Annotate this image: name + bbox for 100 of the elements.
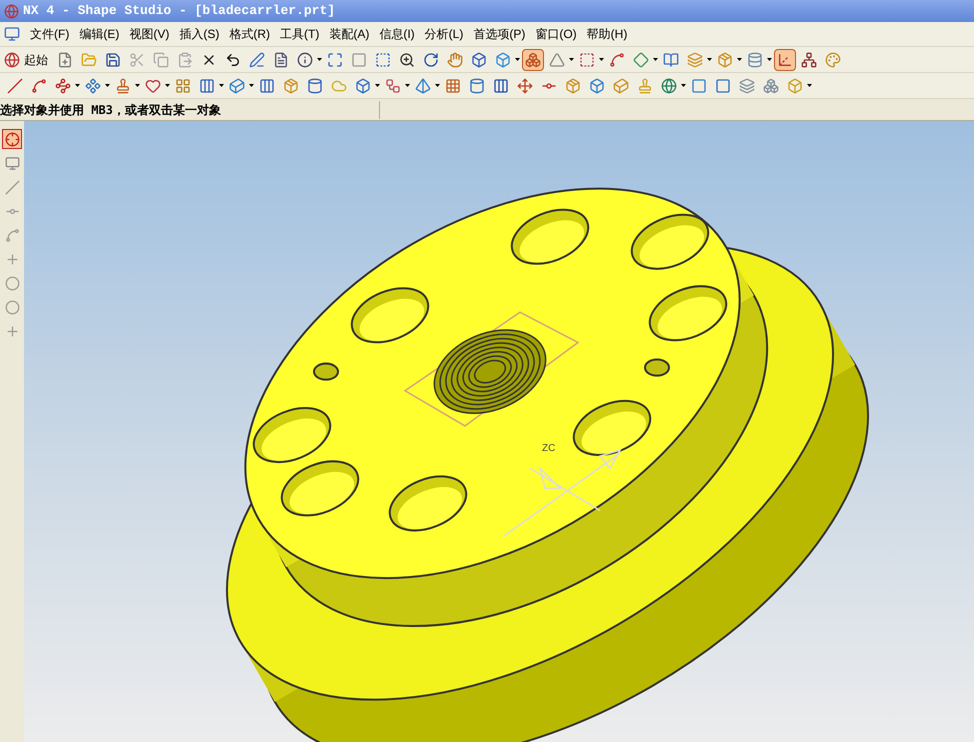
menu-item[interactable]: 分析(L) [424, 25, 464, 43]
caret-icon[interactable] [249, 84, 254, 87]
menu-item[interactable]: 工具(T) [280, 25, 320, 43]
new-file-icon [57, 52, 73, 68]
point-icon [4, 324, 20, 338]
shaded-square-icon [351, 52, 367, 68]
caret-icon[interactable] [375, 84, 380, 87]
caret-icon[interactable] [707, 58, 712, 61]
document-icon [273, 52, 289, 68]
open-box-icon [565, 78, 581, 94]
slab-icon [715, 78, 731, 94]
cube-icon [589, 78, 605, 94]
open-book-icon [663, 52, 679, 68]
selection-box-icon [579, 52, 595, 68]
open-folder-icon [81, 52, 97, 68]
window-title: NX 4 - Shape Studio - [bladecarrler.prt] [23, 2, 336, 20]
stamp-icon [637, 78, 653, 94]
caret-icon[interactable] [405, 84, 410, 87]
axis-icon [4, 252, 20, 266]
caret-icon[interactable] [767, 58, 772, 61]
caret-icon[interactable] [807, 84, 812, 87]
fit-view-icon [327, 52, 343, 68]
outline-icon [145, 78, 161, 94]
palette-icon [825, 52, 841, 68]
sphere-icon [661, 78, 677, 94]
circle-icon [4, 300, 20, 314]
caret-icon[interactable] [569, 58, 574, 61]
menu-item[interactable]: 视图(V) [129, 25, 170, 43]
cylinder-icon [307, 78, 323, 94]
save-icon [105, 52, 121, 68]
frame-cube-icon [613, 78, 629, 94]
cubes-icon [525, 52, 541, 68]
arc-icon [31, 78, 47, 94]
network-icon [801, 52, 817, 68]
cone-icon [549, 52, 565, 68]
workflow-icon [385, 78, 401, 94]
menu-item[interactable]: 窗口(O) [535, 25, 577, 43]
plates-icon [739, 78, 755, 94]
package-icon [717, 52, 733, 68]
curve-icon [4, 228, 20, 242]
menu-item[interactable]: 编辑(E) [79, 25, 120, 43]
menu-item[interactable]: 格式(R) [229, 25, 270, 43]
3d-viewport[interactable]: ZC [24, 121, 974, 742]
caret-icon[interactable] [135, 84, 140, 87]
pyramid-icon [415, 78, 431, 94]
crosshair-icon [4, 132, 20, 146]
caret-icon[interactable] [317, 58, 322, 61]
start-button[interactable]: 起始 [4, 50, 52, 68]
caret-icon[interactable] [219, 84, 224, 87]
menu-item[interactable]: 插入(S) [179, 25, 220, 43]
circle-icon [4, 276, 20, 290]
cuboid-icon [229, 78, 245, 94]
paste-icon [177, 52, 193, 68]
cylinders-icon [469, 78, 485, 94]
rotate-icon [423, 52, 439, 68]
menu-item[interactable]: 帮助(H) [586, 25, 628, 43]
menu-item[interactable]: 首选项(P) [473, 25, 526, 43]
caret-icon[interactable] [681, 84, 686, 87]
copy-icon [153, 52, 169, 68]
app-logo-icon [4, 4, 19, 18]
move-icon [517, 78, 533, 94]
caret-icon[interactable] [653, 58, 658, 61]
info-icon [297, 52, 313, 68]
curve-icon [609, 52, 625, 68]
component-icon [85, 78, 101, 94]
layers-icon [687, 52, 703, 68]
caret-icon[interactable] [105, 84, 110, 87]
axes-icon [777, 52, 793, 68]
polyline-icon [55, 78, 71, 94]
caret-icon[interactable] [737, 58, 742, 61]
menu-item[interactable]: 文件(F) [30, 25, 70, 43]
caret-icon[interactable] [515, 58, 520, 61]
caret-icon[interactable] [435, 84, 440, 87]
columns-icon [259, 78, 275, 94]
cube-icon [471, 52, 487, 68]
grid-cube-icon [445, 78, 461, 94]
line-icon [7, 78, 23, 94]
diamond-icon [633, 52, 649, 68]
stamp-icon [115, 78, 131, 94]
cube-icon [495, 52, 511, 68]
menu-item[interactable]: 装配(A) [329, 25, 370, 43]
cube-icon [355, 78, 371, 94]
scissors-icon [129, 52, 145, 68]
caret-icon[interactable] [75, 84, 80, 87]
stack-icon [747, 52, 763, 68]
pen-icon [249, 52, 265, 68]
columns-icon [199, 78, 215, 94]
menu-item[interactable]: 信息(I) [379, 25, 415, 43]
cubes-icon [763, 78, 779, 94]
status-prompt: 选择对象并使用 MB3，或者双击某一对象 [0, 100, 380, 118]
slab-icon [691, 78, 707, 94]
globe-icon [4, 52, 20, 68]
axis-label: ZC [542, 442, 556, 456]
caret-icon[interactable] [165, 84, 170, 87]
package-icon [283, 78, 299, 94]
cloud-icon [331, 78, 347, 94]
line-icon [4, 180, 20, 194]
caret-icon[interactable] [599, 58, 604, 61]
hand-icon [447, 52, 463, 68]
columns-icon [493, 78, 509, 94]
